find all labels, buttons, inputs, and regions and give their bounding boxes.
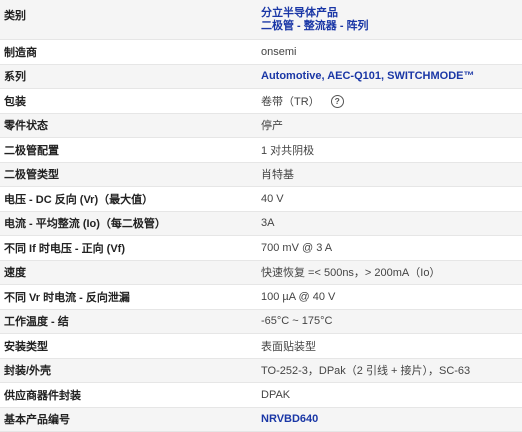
base-product-link[interactable]: NRVBD640 bbox=[261, 413, 318, 425]
spec-label: 二极管配置 bbox=[4, 144, 59, 157]
spec-value-packaging: 卷带（TR） ? bbox=[257, 93, 522, 109]
spec-label: 速度 bbox=[4, 267, 26, 280]
category-link-discrete[interactable]: 分立半导体产品 bbox=[261, 7, 522, 20]
spec-label: 供应商器件封装 bbox=[4, 389, 81, 402]
spec-value: onsemi bbox=[261, 45, 297, 58]
spec-row-series: 系列 Automotive, AEC-Q101, SWITCHMODE™ bbox=[0, 64, 522, 89]
spec-label: 安装类型 bbox=[4, 340, 48, 353]
spec-label: 制造商 bbox=[4, 46, 37, 59]
spec-value: 100 µA @ 40 V bbox=[261, 290, 336, 303]
spec-value: 3A bbox=[261, 217, 275, 230]
spec-value: TO-252-3，DPak（2 引线 + 接片），SC-63 bbox=[261, 365, 471, 378]
spec-label: 电压 - DC 反向 (Vr)（最大值） bbox=[4, 193, 154, 206]
spec-row-reverse-leakage: 不同 Vr 时电流 - 反向泄漏 100 µA @ 40 V bbox=[0, 285, 522, 310]
spec-value: 停产 bbox=[261, 120, 283, 133]
spec-label: 封装/外壳 bbox=[4, 365, 52, 378]
spec-value: 40 V bbox=[261, 192, 284, 205]
product-spec-table: 类别 分立半导体产品 二极管 - 整流器 - 阵列 制造商 onsemi 系列 … bbox=[0, 0, 522, 432]
spec-row-mounting-type: 安装类型 表面贴装型 bbox=[0, 334, 522, 359]
spec-label: 系列 bbox=[4, 71, 26, 84]
spec-label: 不同 Vr 时电流 - 反向泄漏 bbox=[4, 291, 130, 304]
series-link[interactable]: Automotive, AEC-Q101, SWITCHMODE™ bbox=[261, 70, 475, 82]
spec-label: 零件状态 bbox=[4, 120, 48, 133]
spec-value: -65°C ~ 175°C bbox=[261, 315, 333, 328]
category-link-rectifier-arrays[interactable]: 二极管 - 整流器 - 阵列 bbox=[261, 20, 522, 33]
spec-row-voltage-forward: 不同 If 时电压 - 正向 (Vf) 700 mV @ 3 A bbox=[0, 236, 522, 261]
spec-row-diode-type: 二极管类型 肖特基 bbox=[0, 162, 522, 187]
spec-value: 表面贴装型 bbox=[261, 340, 316, 353]
spec-row-speed: 速度 快速恢复 =< 500ns，> 200mA（Io） bbox=[0, 260, 522, 285]
spec-row-voltage-reverse: 电压 - DC 反向 (Vr)（最大值） 40 V bbox=[0, 187, 522, 212]
spec-value: 肖特基 bbox=[261, 169, 294, 182]
spec-label: 工作温度 - 结 bbox=[4, 316, 69, 329]
spec-value-base-product: NRVBD640 bbox=[257, 413, 522, 425]
spec-value-series: Automotive, AEC-Q101, SWITCHMODE™ bbox=[257, 70, 522, 82]
packaging-text: 卷带（TR） bbox=[261, 95, 320, 108]
spec-row-diode-config: 二极管配置 1 对共阴极 bbox=[0, 138, 522, 163]
spec-row-current-rectified: 电流 - 平均整流 (Io)（每二极管） 3A bbox=[0, 211, 522, 236]
spec-row-category: 类别 分立半导体产品 二极管 - 整流器 - 阵列 bbox=[0, 0, 522, 40]
spec-label: 类别 bbox=[4, 10, 26, 22]
spec-value: 1 对共阴极 bbox=[261, 144, 315, 157]
spec-row-packaging: 包装 卷带（TR） ? bbox=[0, 89, 522, 114]
spec-label: 不同 If 时电压 - 正向 (Vf) bbox=[4, 242, 125, 255]
spec-row-part-status: 零件状态 停产 bbox=[0, 113, 522, 138]
spec-label: 包装 bbox=[4, 95, 26, 108]
spec-value-category: 分立半导体产品 二极管 - 整流器 - 阵列 bbox=[257, 7, 522, 33]
question-circle-icon[interactable]: ? bbox=[330, 95, 344, 109]
spec-row-manufacturer: 制造商 onsemi bbox=[0, 40, 522, 65]
spec-row-operating-temp: 工作温度 - 结 -65°C ~ 175°C bbox=[0, 309, 522, 334]
spec-row-base-product-number: 基本产品编号 NRVBD640 bbox=[0, 407, 522, 432]
spec-row-package-case: 封装/外壳 TO-252-3，DPak（2 引线 + 接片），SC-63 bbox=[0, 358, 522, 383]
spec-label: 基本产品编号 bbox=[4, 414, 70, 427]
spec-row-supplier-package: 供应商器件封装 DPAK bbox=[0, 383, 522, 408]
spec-label: 电流 - 平均整流 (Io)（每二极管） bbox=[4, 218, 166, 231]
spec-value: 700 mV @ 3 A bbox=[261, 241, 333, 254]
spec-label: 二极管类型 bbox=[4, 169, 59, 182]
spec-value: DPAK bbox=[261, 388, 291, 401]
spec-value: 快速恢复 =< 500ns，> 200mA（Io） bbox=[261, 267, 441, 280]
